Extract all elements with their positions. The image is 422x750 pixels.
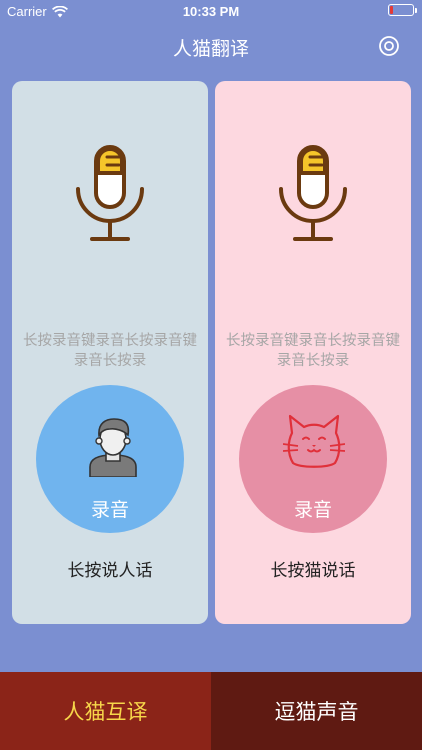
settings-icon[interactable] bbox=[378, 35, 400, 57]
person-avatar-icon bbox=[89, 418, 137, 477]
status-right bbox=[388, 4, 417, 16]
record-cat-button[interactable]: 录音 bbox=[239, 385, 387, 533]
tab-bar: 人猫互译 逗猫声音 bbox=[0, 672, 422, 750]
nav-bar: 人猫翻译 bbox=[0, 24, 422, 68]
cat-face-icon bbox=[283, 414, 345, 468]
microphone-icon bbox=[76, 145, 144, 241]
status-time: 10:33 PM bbox=[182, 4, 240, 19]
hint-text: 长按录音键录音长按录音键录音长按录 bbox=[226, 333, 400, 369]
human-panel: 长按录音键录音长按录音键录音长按录 录音 长按说人话 bbox=[12, 81, 208, 624]
cat-panel: 长按录音键录音长按录音键录音长按录 录音 长按猫说话 bbox=[215, 81, 411, 624]
record-human-button[interactable]: 录音 bbox=[36, 385, 184, 533]
tab-translate[interactable]: 人猫互译 bbox=[0, 672, 211, 750]
microphone-icon bbox=[279, 145, 347, 241]
record-label: 录音 bbox=[90, 499, 129, 521]
record-label: 录音 bbox=[293, 499, 332, 521]
battery-icon bbox=[388, 4, 417, 16]
human-caption: 长按说人话 bbox=[67, 561, 153, 581]
page-title: 人猫翻译 bbox=[172, 38, 249, 60]
cat-caption: 长按猫说话 bbox=[270, 561, 356, 581]
battery-level bbox=[390, 6, 393, 14]
status-bar: Carrier 10:33 PM bbox=[0, 0, 422, 24]
tab-tease-sounds[interactable]: 逗猫声音 bbox=[211, 672, 422, 750]
hint-text: 长按录音键录音长按录音键录音长按录 bbox=[23, 333, 197, 369]
